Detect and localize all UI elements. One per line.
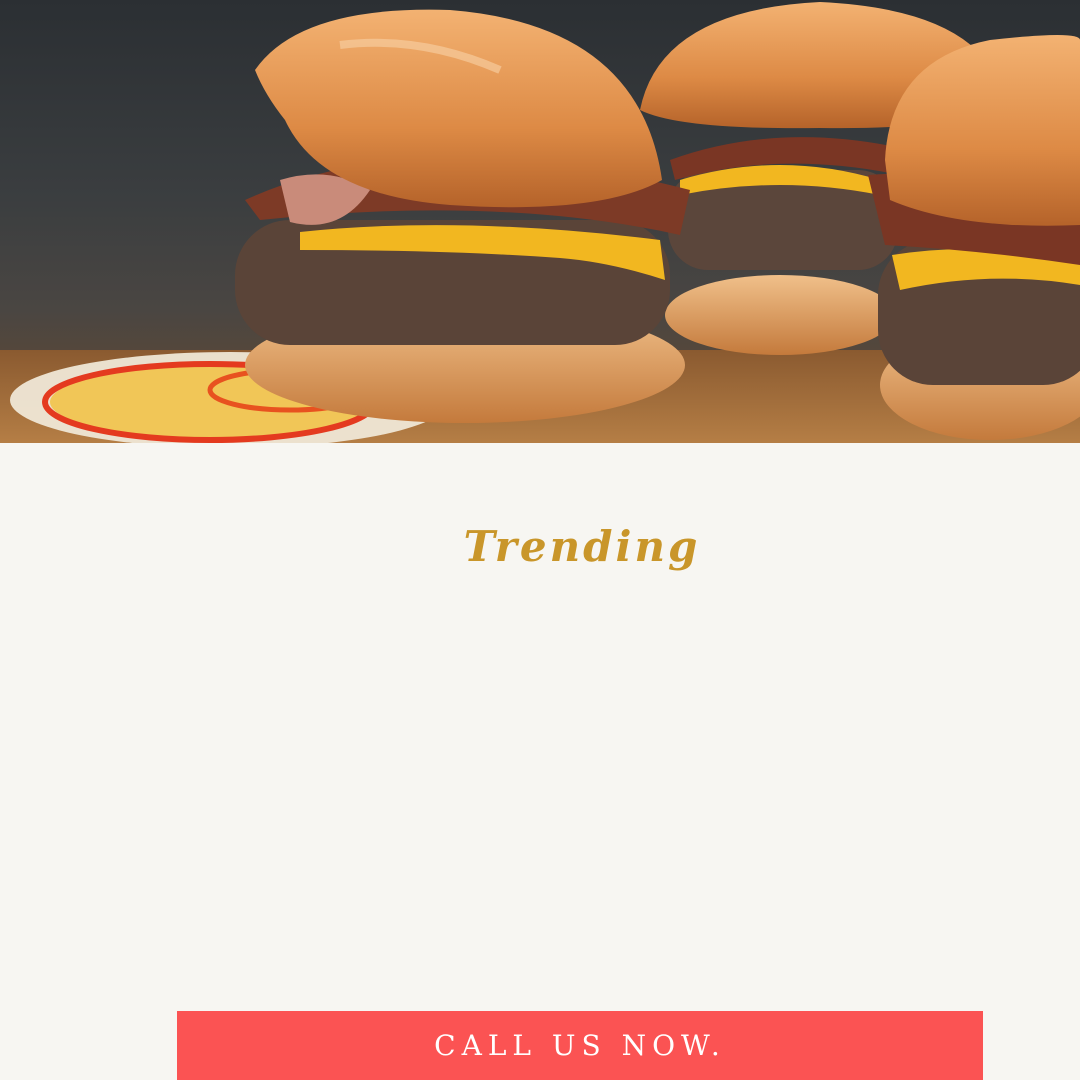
call-us-button[interactable]: CALL US NOW. xyxy=(177,1011,983,1080)
burger-photo xyxy=(0,2,1080,443)
hero-image xyxy=(0,0,1080,443)
call-us-button-label: CALL US NOW. xyxy=(434,1029,726,1062)
page-title: Trending xyxy=(463,522,701,571)
